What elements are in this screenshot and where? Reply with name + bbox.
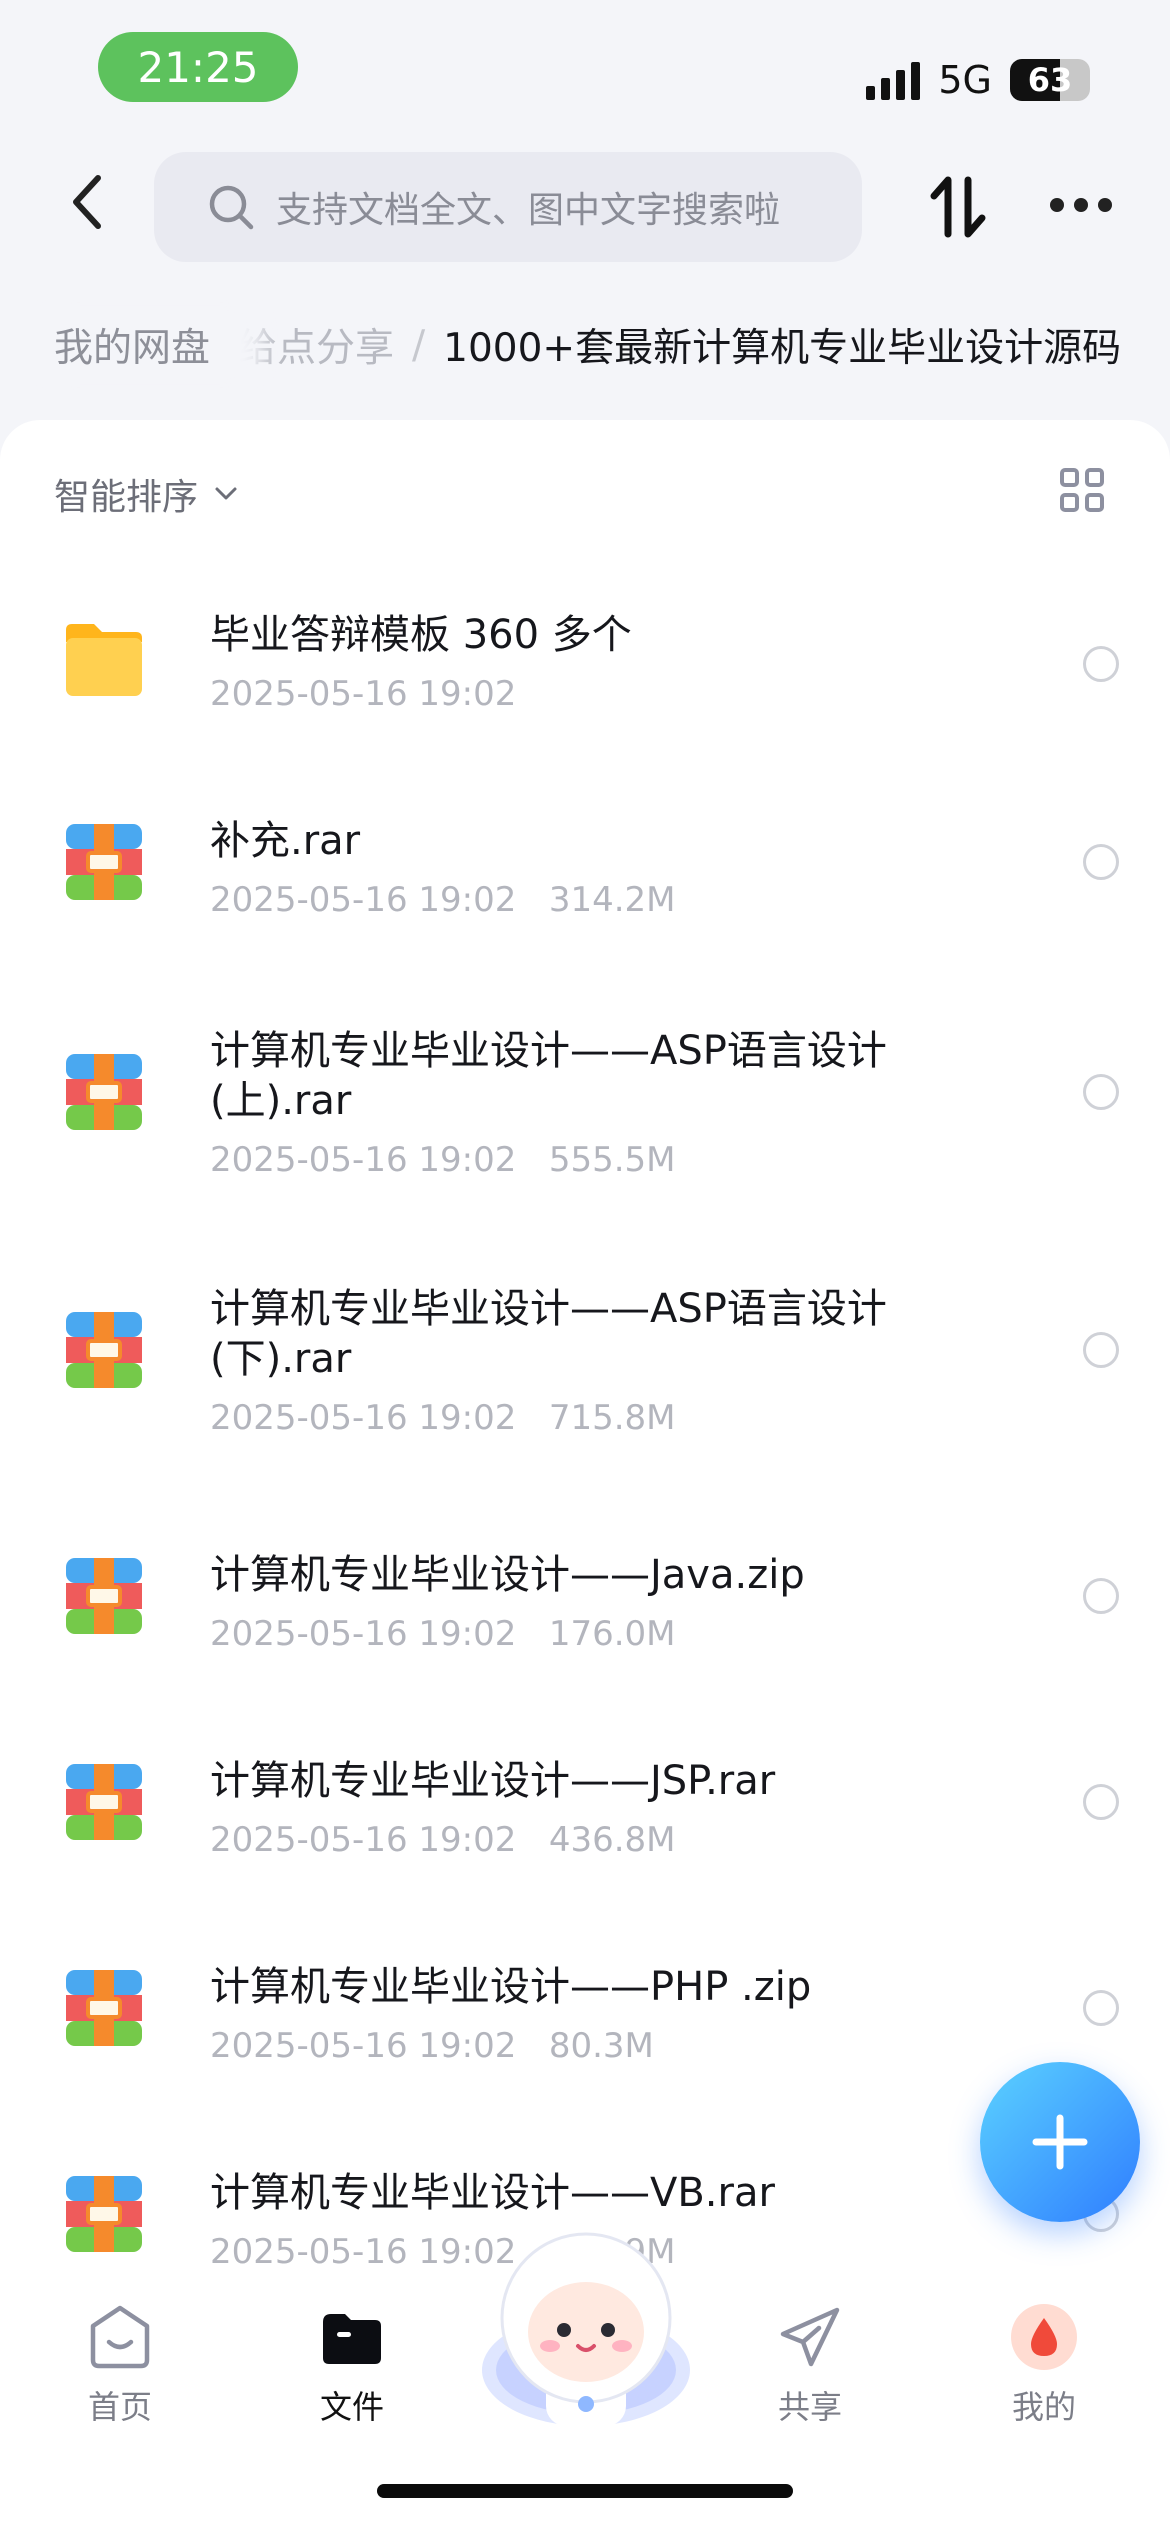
archive-icon	[66, 1764, 142, 1840]
screen: 21:25 5G 63 支持文档全文、图中文字搜索啦 给点分享 / 1000+套…	[0, 0, 1170, 2532]
network-type: 5G	[938, 58, 992, 102]
search-icon	[209, 185, 254, 230]
file-name: 计算机专业毕业设计——ASP语言设计(下).rar	[210, 1286, 887, 1382]
battery-icon: 63	[1010, 59, 1090, 101]
folder-icon	[66, 624, 142, 696]
more-icon[interactable]	[1050, 198, 1112, 214]
select-radio[interactable]	[1083, 1332, 1119, 1368]
select-radio[interactable]	[1083, 646, 1119, 682]
tab-files[interactable]: 文件	[272, 2302, 432, 2428]
select-radio[interactable]	[1083, 1578, 1119, 1614]
file-size: 80.3M	[548, 2026, 654, 2066]
battery-level: 63	[1027, 61, 1073, 99]
file-date: 2025-05-16 19:02	[210, 2232, 517, 2272]
tab-files-label: 文件	[319, 2388, 384, 2426]
archive-icon	[66, 2176, 142, 2252]
breadcrumb-current: 1000+套最新计算机专业毕业设计源码	[443, 326, 1122, 371]
home-icon	[90, 2305, 150, 2369]
select-radio[interactable]	[1083, 1074, 1119, 1110]
archive-icon	[66, 1312, 142, 1388]
back-arrow-icon[interactable]	[64, 172, 112, 232]
chevron-down-icon	[215, 487, 237, 500]
select-radio[interactable]	[1083, 1990, 1119, 2026]
select-radio[interactable]	[1083, 1784, 1119, 1820]
sort-dropdown[interactable]: 智能排序	[54, 468, 240, 520]
file-date: 2025-05-16 19:02	[210, 1398, 517, 1438]
transfer-sort-icon[interactable]	[926, 174, 990, 240]
file-name: 计算机专业毕业设计——VB.rar	[210, 2170, 775, 2216]
breadcrumb-separator: /	[412, 322, 426, 368]
plus-icon	[1032, 2114, 1088, 2170]
avatar	[1011, 2304, 1077, 2370]
file-name: 补充.rar	[210, 818, 361, 864]
file-name: 毕业答辩模板 360 多个	[210, 612, 632, 658]
home-indicator	[377, 2484, 793, 2498]
file-size: 555.5M	[548, 1140, 676, 1180]
select-radio[interactable]	[1083, 844, 1119, 880]
breadcrumb-parent[interactable]: 给点分享	[238, 317, 394, 373]
file-name: 计算机专业毕业设计——Java.zip	[210, 1552, 805, 1598]
tab-share-label: 共享	[777, 2388, 842, 2426]
tab-home-label: 首页	[87, 2388, 152, 2426]
file-name: 计算机专业毕业设计——ASP语言设计(上).rar	[210, 1028, 887, 1124]
add-button[interactable]	[980, 2062, 1140, 2222]
tab-home[interactable]: 首页	[40, 2302, 200, 2428]
search-input[interactable]: 支持文档全文、图中文字搜索啦	[154, 152, 862, 262]
archive-icon	[66, 1054, 142, 1130]
folder-tab-icon	[323, 2314, 381, 2364]
file-size: 715.8M	[548, 1398, 676, 1438]
archive-icon	[66, 1970, 142, 2046]
status-time: 21:25	[98, 32, 298, 102]
file-date: 2025-05-16 19:02	[210, 2026, 517, 2066]
signal-icon	[866, 60, 921, 100]
file-size: 176.0M	[548, 1614, 676, 1654]
breadcrumb: 给点分享 / 1000+套最新计算机专业毕业设计源码 我的网盘	[28, 300, 1170, 390]
tab-mine-label: 我的	[1011, 2388, 1076, 2426]
file-date: 2025-05-16 19:02	[210, 1140, 517, 1180]
send-icon	[780, 2307, 840, 2367]
tab-mine[interactable]: 我的	[964, 2302, 1124, 2428]
file-date: 2025-05-16 19:02	[210, 674, 517, 714]
archive-icon	[66, 824, 142, 900]
file-name: 计算机专业毕业设计——PHP .zip	[210, 1964, 812, 2010]
sort-label: 智能排序	[54, 477, 199, 518]
file-list-card: 智能排序 毕业答辩模板 360 多个 2025-05-16 19:02 补充.r…	[0, 420, 1170, 2532]
file-date: 2025-05-16 19:02	[210, 1614, 517, 1654]
breadcrumb-root[interactable]: 我的网盘	[28, 306, 237, 384]
grid-view-icon[interactable]	[1060, 468, 1104, 512]
status-indicators: 5G 63	[866, 52, 1090, 108]
search-placeholder: 支持文档全文、图中文字搜索啦	[276, 190, 781, 231]
tab-share[interactable]: 共享	[730, 2302, 890, 2428]
file-date: 2025-05-16 19:02	[210, 1820, 517, 1860]
file-date: 2025-05-16 19:02	[210, 880, 517, 920]
file-name: 计算机专业毕业设计——JSP.rar	[210, 1758, 776, 1804]
archive-icon	[66, 1558, 142, 1634]
file-size: 314.2M	[548, 880, 676, 920]
assistant-mascot-icon[interactable]	[478, 2220, 694, 2436]
file-size: 436.8M	[548, 1820, 676, 1860]
